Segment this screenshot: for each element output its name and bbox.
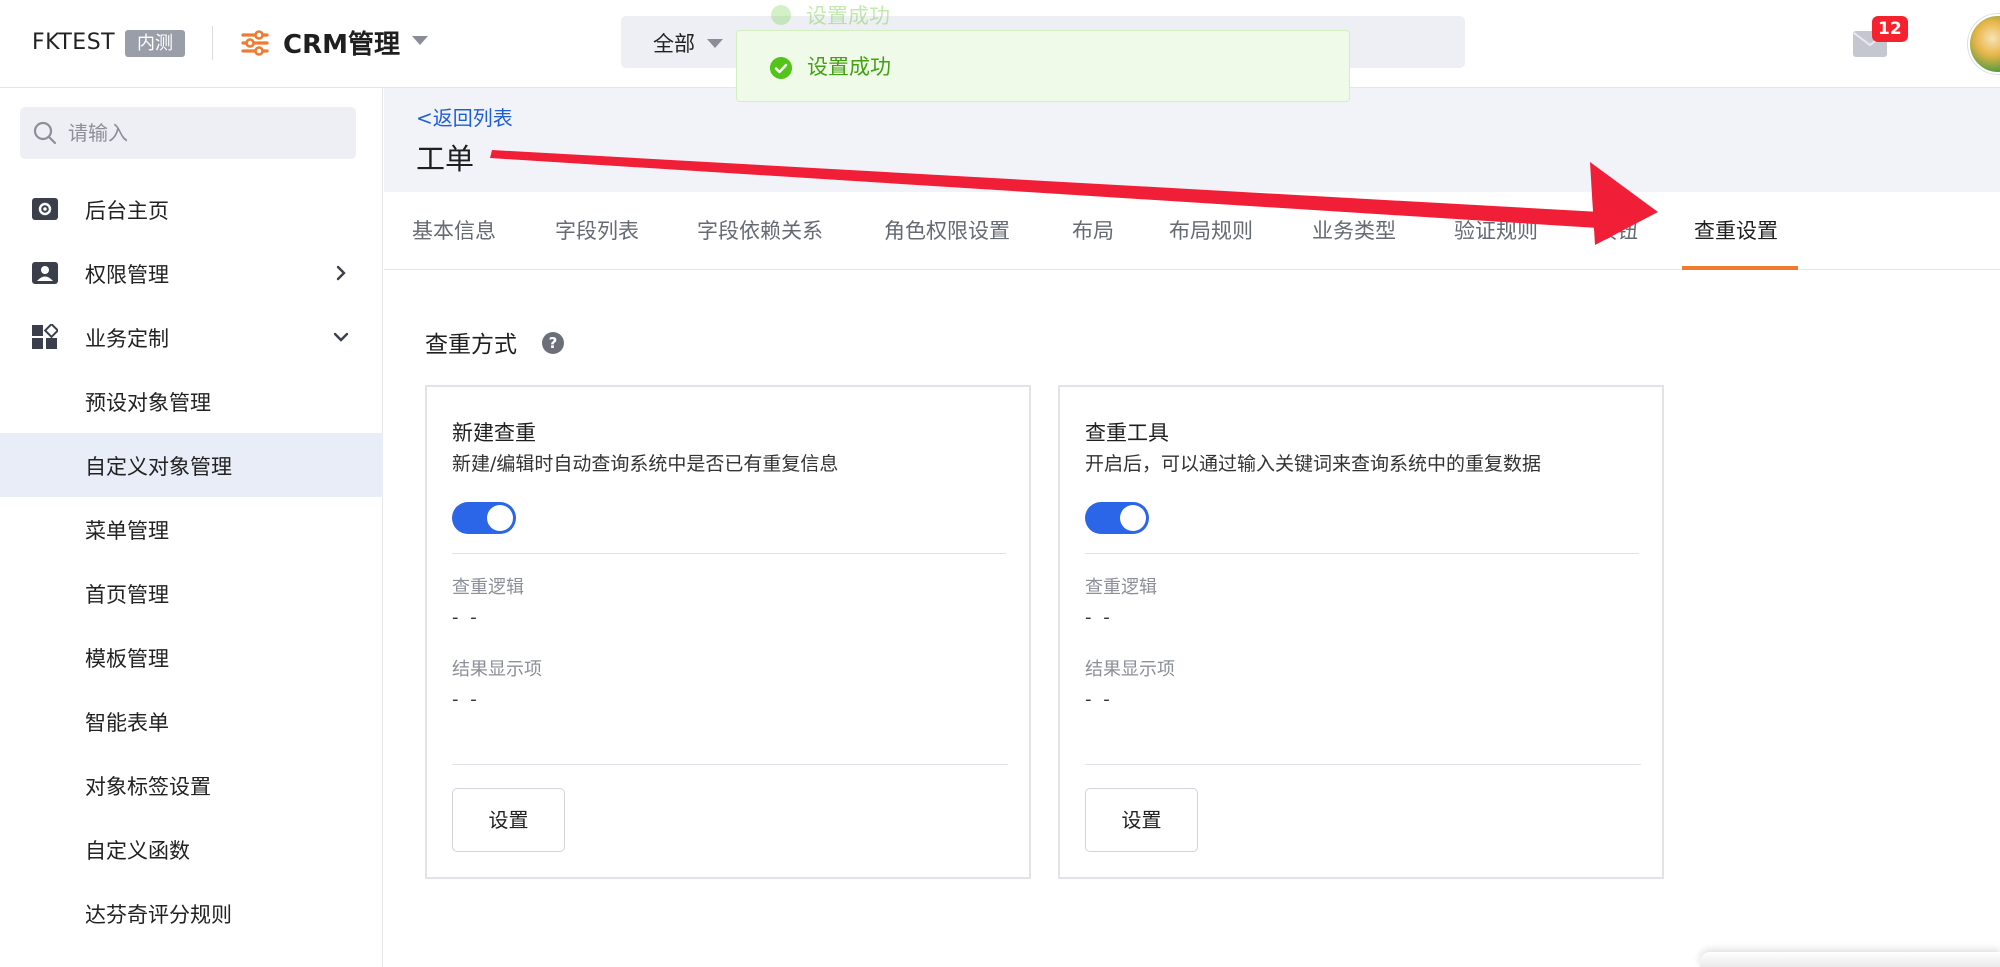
avatar[interactable] — [1968, 14, 2000, 74]
tab-basic-info[interactable]: 基本信息 — [412, 192, 496, 270]
sidebar-search-input[interactable] — [68, 107, 348, 159]
divider — [452, 764, 1008, 765]
sidebar-subitem-smart-forms[interactable]: 智能表单 — [0, 689, 383, 753]
tab-layout[interactable]: 布局 — [1072, 192, 1114, 270]
result-label: 结果显示项 — [452, 659, 542, 680]
result-label: 结果显示项 — [1085, 659, 1175, 680]
logic-label: 查重逻辑 — [1085, 577, 1157, 598]
success-toast: 设置成功 — [736, 30, 1350, 102]
search-icon — [33, 121, 57, 145]
org-badge: 内测 — [125, 30, 185, 57]
sidebar-item-label: 后台主页 — [85, 199, 169, 223]
dedup-card-create: 新建查重 新建/编辑时自动查询系统中是否已有重复信息 查重逻辑 - - 结果显示… — [425, 385, 1031, 879]
page-header: <返回列表 工单 — [384, 88, 2000, 192]
sidebar-item-permissions[interactable]: 权限管理 — [0, 241, 383, 305]
sidebar-subitem-label: 自定义函数 — [85, 839, 190, 863]
divider — [1085, 553, 1639, 554]
tab-field-list[interactable]: 字段列表 — [555, 192, 639, 270]
logic-label: 查重逻辑 — [452, 577, 524, 598]
sidebar-subitem-menu[interactable]: 菜单管理 — [0, 497, 383, 561]
sidebar-subitem-label: 对象标签设置 — [85, 775, 211, 799]
toggle-knob — [487, 505, 513, 531]
notification-badge: 12 — [1872, 16, 1908, 42]
sidebar-subitem-davinci-scoring[interactable]: 达芬奇评分规则 — [0, 881, 383, 945]
sidebar-item-business-custom[interactable]: 业务定制 — [0, 305, 383, 369]
tab-buttons[interactable]: 按钮 — [1596, 192, 1638, 270]
enable-toggle[interactable] — [1085, 502, 1149, 534]
result-value: - - — [452, 689, 480, 710]
apps-icon — [32, 324, 58, 349]
sidebar: 后台主页 权限管理 业务定制 预设对象管理 自定义对象管理 菜单管理 首 — [0, 88, 383, 967]
tab-business-types[interactable]: 业务类型 — [1312, 192, 1396, 270]
org-name: FKTEST — [32, 30, 116, 55]
sidebar-subitem-label: 预设对象管理 — [85, 391, 211, 415]
tab-bar: 基本信息 字段列表 字段依赖关系 角色权限设置 布局 布局规则 业务类型 验证规… — [384, 192, 2000, 270]
sidebar-subitem-templates[interactable]: 模板管理 — [0, 625, 383, 689]
card-title: 新建查重 — [452, 421, 536, 445]
caret-down-icon[interactable] — [412, 36, 428, 45]
sidebar-item-dashboard[interactable]: 后台主页 — [0, 177, 383, 241]
check-circle-icon — [771, 5, 791, 25]
card-description: 开启后，可以通过输入关键词来查询系统中的重复数据 — [1085, 453, 1542, 475]
dashboard-icon — [32, 198, 58, 220]
settings-button[interactable]: 设置 — [1085, 788, 1198, 852]
back-to-list-link[interactable]: <返回列表 — [416, 102, 513, 131]
section-title: 查重方式 — [425, 332, 517, 358]
chevron-down-icon — [333, 332, 349, 342]
svg-text:?: ? — [549, 334, 558, 352]
help-icon[interactable]: ? — [542, 332, 564, 354]
caret-down-icon[interactable] — [707, 39, 723, 48]
app-title[interactable]: CRM管理 — [283, 24, 400, 61]
sidebar-subitem-preset-objects[interactable]: 预设对象管理 — [0, 369, 383, 433]
sidebar-item-label: 业务定制 — [85, 327, 169, 351]
check-circle-icon — [770, 57, 792, 79]
sidebar-search[interactable] — [20, 107, 356, 159]
logic-value: - - — [452, 607, 480, 628]
sidebar-subitem-label: 智能表单 — [85, 711, 169, 735]
sidebar-subitem-object-tags[interactable]: 对象标签设置 — [0, 753, 383, 817]
corner-overlay — [1700, 952, 2000, 967]
sidebar-subitem-label: 自定义对象管理 — [85, 455, 232, 479]
sidebar-subitem-label: 达芬奇评分规则 — [85, 903, 232, 927]
divider — [452, 553, 1006, 554]
chevron-right-icon — [336, 265, 346, 281]
sidebar-subitem-homepage[interactable]: 首页管理 — [0, 561, 383, 625]
toggle-knob — [1120, 505, 1146, 531]
sidebar-item-label: 权限管理 — [85, 263, 169, 287]
sidebar-subitem-label: 模板管理 — [85, 647, 169, 671]
page-title: 工单 — [416, 142, 475, 176]
sidebar-subitem-label: 菜单管理 — [85, 519, 169, 543]
result-value: - - — [1085, 689, 1113, 710]
logic-value: - - — [1085, 607, 1113, 628]
toast-message-fading: 设置成功 — [806, 4, 890, 28]
search-scope-select[interactable]: 全部 — [653, 28, 695, 58]
top-divider — [212, 26, 213, 60]
sidebar-subitem-custom-objects[interactable]: 自定义对象管理 — [0, 433, 383, 497]
enable-toggle[interactable] — [452, 502, 516, 534]
tab-dedup-settings[interactable]: 查重设置 — [1694, 192, 1778, 270]
sidebar-subitem-custom-functions[interactable]: 自定义函数 — [0, 817, 383, 881]
card-description: 新建/编辑时自动查询系统中是否已有重复信息 — [452, 453, 839, 475]
sliders-icon — [241, 30, 269, 56]
tab-role-permissions[interactable]: 角色权限设置 — [884, 192, 1010, 270]
divider — [1085, 764, 1641, 765]
tab-layout-rules[interactable]: 布局规则 — [1169, 192, 1253, 270]
card-title: 查重工具 — [1085, 421, 1169, 445]
settings-button[interactable]: 设置 — [452, 788, 565, 852]
tab-validation-rules[interactable]: 验证规则 — [1454, 192, 1538, 270]
user-card-icon — [32, 262, 58, 284]
main-content: <返回列表 工单 基本信息 字段列表 字段依赖关系 角色权限设置 布局 布局规则… — [384, 88, 2000, 967]
sidebar-subitem-label: 首页管理 — [85, 583, 169, 607]
toast-message: 设置成功 — [807, 55, 891, 79]
tab-field-dependencies[interactable]: 字段依赖关系 — [697, 192, 823, 270]
dedup-card-tool: 查重工具 开启后，可以通过输入关键词来查询系统中的重复数据 查重逻辑 - - 结… — [1058, 385, 1664, 879]
active-tab-indicator — [1682, 266, 1798, 270]
